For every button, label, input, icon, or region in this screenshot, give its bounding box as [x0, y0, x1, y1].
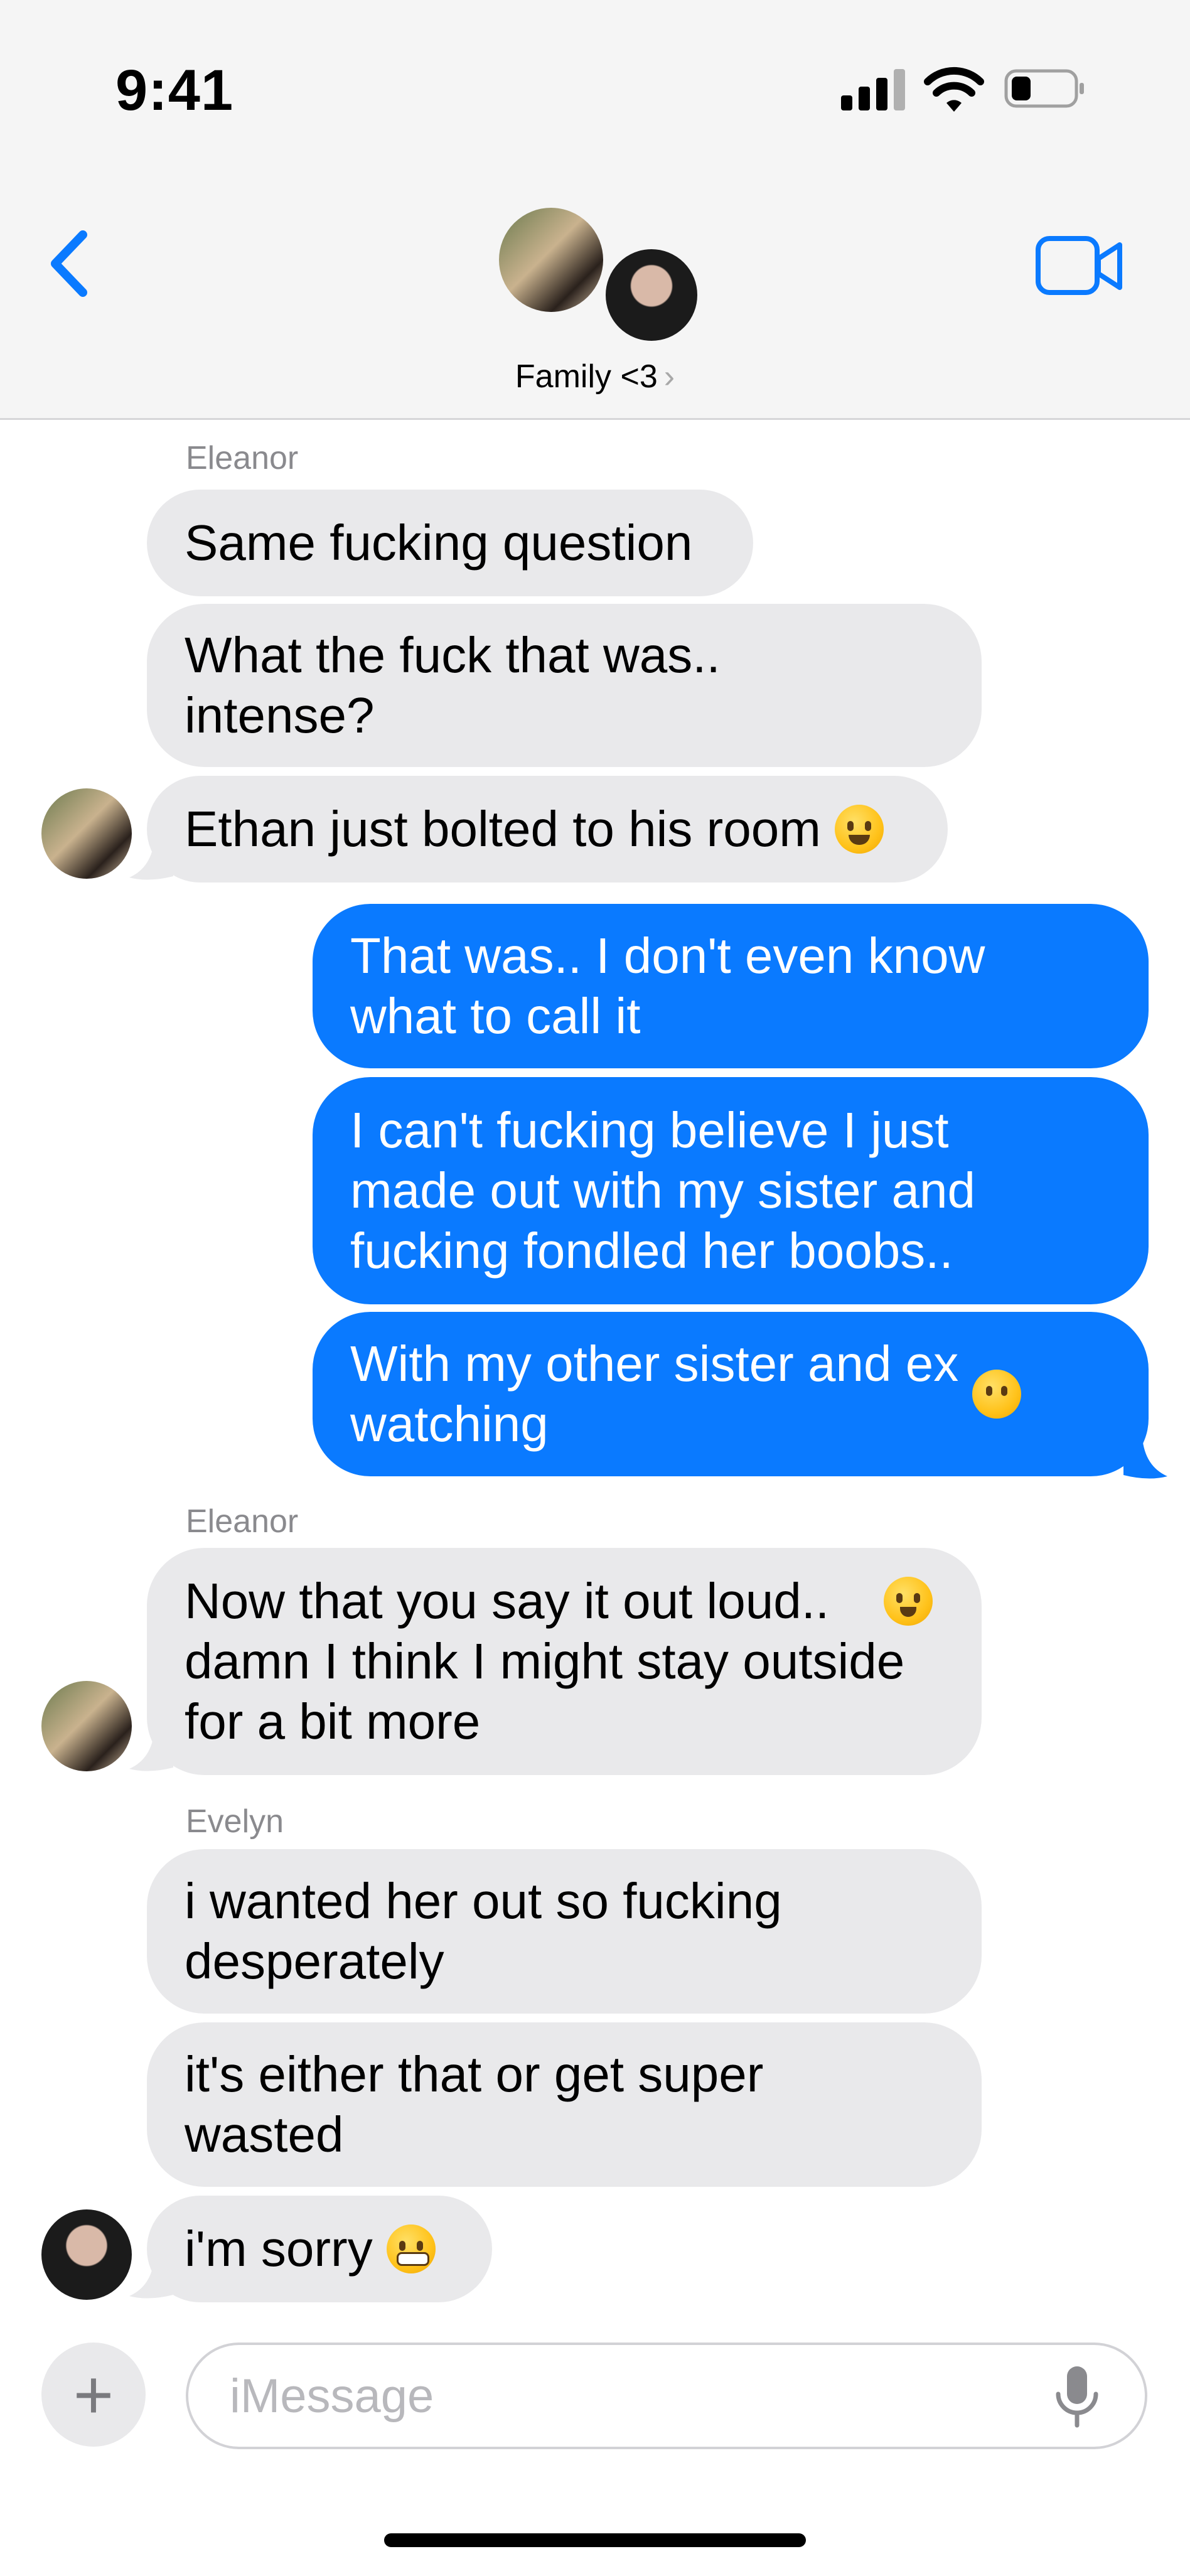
incoming-message[interactable]: What the fuck that was.. intense? — [147, 604, 982, 767]
sender-name: Evelyn — [186, 1803, 284, 1840]
sender-name: Eleanor — [186, 440, 299, 476]
incoming-message[interactable]: it's either that or get super wasted — [147, 2022, 982, 2187]
outgoing-message[interactable]: That was.. I don't even know what to cal… — [313, 904, 1149, 1068]
bubble-tail — [1123, 1437, 1167, 1479]
sender-name: Eleanor — [186, 1503, 299, 1540]
video-camera-icon[interactable] — [1036, 235, 1123, 298]
avatar-eleanor — [41, 1681, 132, 1771]
incoming-message[interactable]: Now that you say it out loud.. damn I th… — [147, 1548, 982, 1775]
avatar-eleanor — [496, 205, 606, 315]
tears-of-joy-emoji — [834, 805, 884, 854]
outgoing-message[interactable]: I can't fucking believe I just made out … — [313, 1077, 1149, 1304]
bubble-tail — [129, 839, 173, 880]
grimacing-emoji — [386, 2224, 436, 2273]
incoming-message[interactable]: i'm sorry — [147, 2196, 492, 2302]
avatar-evelyn — [41, 2209, 132, 2300]
home-indicator[interactable] — [384, 2533, 806, 2547]
avatar-eleanor — [41, 788, 132, 879]
message-input[interactable]: iMessage — [186, 2343, 1147, 2449]
outgoing-message[interactable]: With my other sister and ex watching — [313, 1312, 1149, 1476]
incoming-message[interactable]: Ethan just bolted to his room — [147, 776, 948, 883]
battery-icon — [1004, 69, 1084, 108]
microphone-icon[interactable] — [1052, 2363, 1102, 2432]
bubble-tail — [129, 2257, 173, 2299]
avatar-evelyn — [603, 246, 700, 344]
incoming-message[interactable]: Same fucking question — [147, 490, 753, 596]
chevron-right-icon: › — [663, 358, 675, 395]
plus-button[interactable]: + — [41, 2343, 146, 2447]
no-mouth-emoji — [972, 1370, 1022, 1419]
status-time: 9:41 — [115, 58, 234, 122]
bubble-tail — [129, 1730, 173, 1771]
group-name[interactable]: Family <3 › — [0, 358, 1190, 395]
back-chevron-icon[interactable] — [44, 226, 100, 301]
drooling-emoji — [884, 1577, 933, 1626]
incoming-message[interactable]: i wanted her out so fucking desperately — [147, 1849, 982, 2014]
signal-icon — [841, 68, 905, 110]
group-avatar[interactable] — [496, 205, 703, 344]
wifi-icon — [924, 67, 984, 112]
conversation-header: 9:41 Family <3 › — [0, 0, 1190, 420]
